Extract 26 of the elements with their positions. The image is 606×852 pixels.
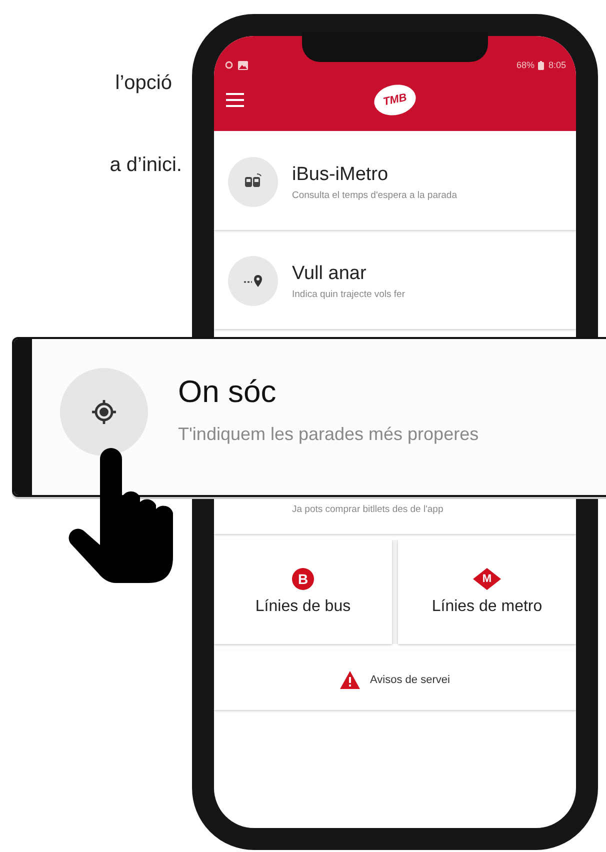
notification-icon [224,61,234,69]
battery-icon [538,60,544,70]
item-title: Vull anar [292,262,368,284]
item-title: On sóc [178,374,278,410]
battery-level: 68% [516,60,534,70]
location-target-icon [91,399,117,425]
warning-icon [340,671,360,689]
item-subtitle: Consulta el temps d'espera a la parada [292,190,457,200]
menu-icon[interactable] [226,93,244,107]
service-notice-button[interactable]: Avisos de servei [214,650,576,710]
route-pin-icon [243,274,263,288]
item-subtitle: T'indiquem les parades més properes [178,424,479,444]
line-tile[interactable]: B Línies de bus [214,540,392,644]
pointing-hand-icon [68,447,174,583]
metro-badge-icon: M [473,568,501,590]
intro-text: a d’inici. [110,153,182,178]
line-tile[interactable]: M Línies de metro [398,540,576,644]
bus-badge-icon: B [292,568,314,590]
menu-item[interactable]: iBus-iMetro Consulta el temps d'espera a la parada [214,134,576,230]
item-title: iBus-iMetro [292,164,390,186]
image-icon [238,60,248,70]
item-subtitle: Ja pots comprar bitllets des de l'app [292,504,444,514]
intro-text: l’opció [115,71,172,96]
clock-time: 8:05 [548,60,566,70]
item-subtitle: Indica quin trajecte vols fer [292,288,406,300]
menu-item[interactable]: Vull anar Indica quin trajecte vols fer [214,233,576,329]
